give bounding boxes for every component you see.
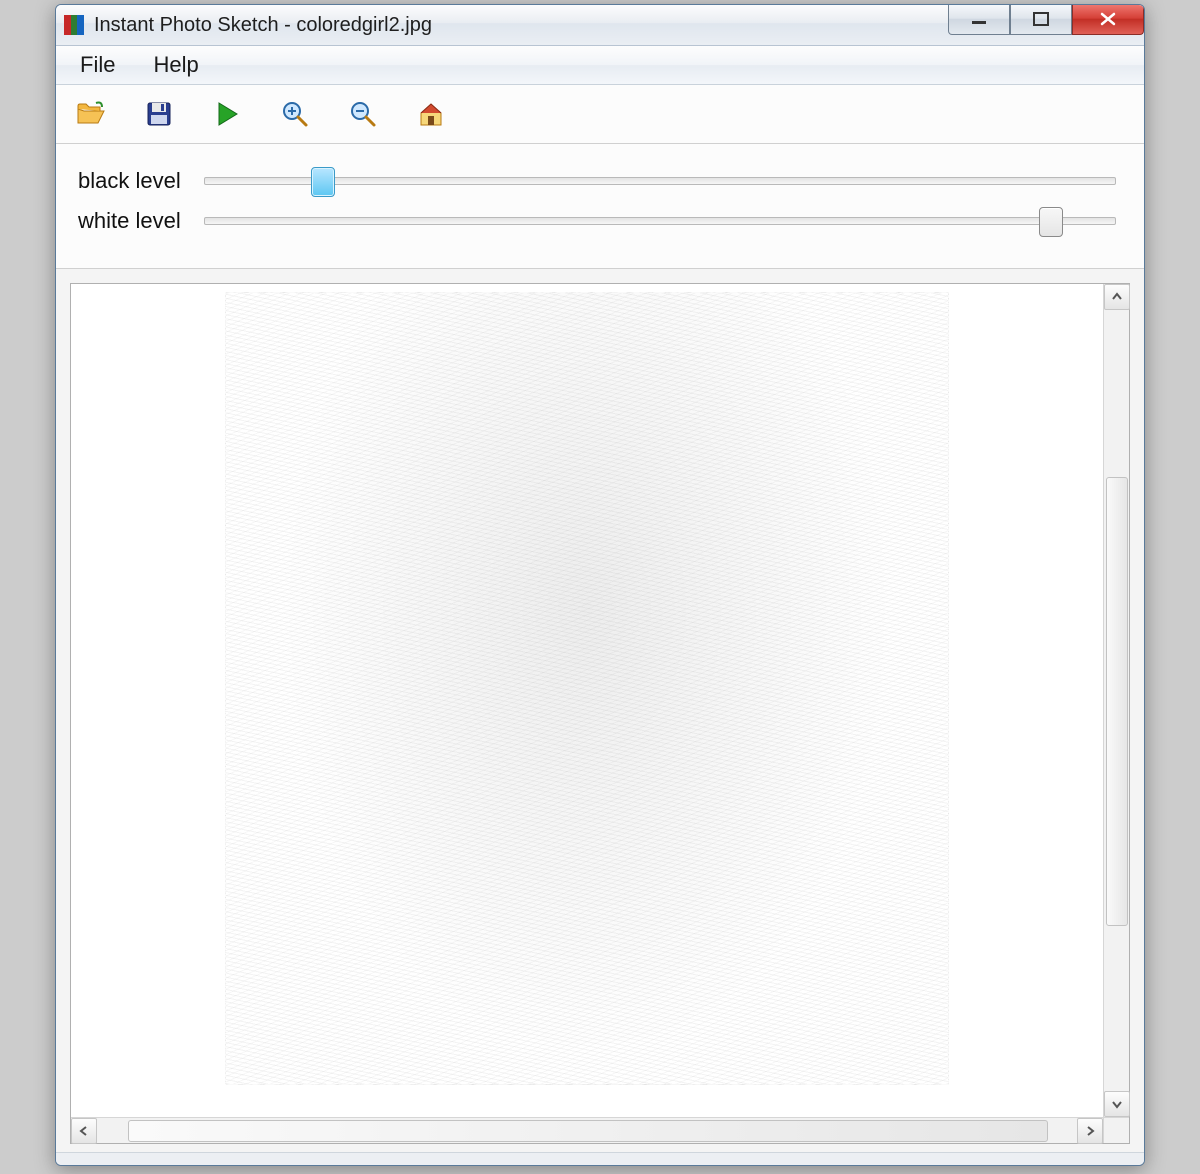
vertical-scrollbar[interactable]: [1103, 284, 1129, 1117]
vertical-scrollbar-thumb[interactable]: [1106, 477, 1128, 927]
chevron-left-icon: [78, 1125, 90, 1137]
maximize-icon: [1031, 11, 1051, 27]
window-controls: [948, 4, 1144, 35]
titlebar[interactable]: Instant Photo Sketch - coloredgirl2.jpg: [56, 5, 1144, 46]
minimize-button[interactable]: [948, 4, 1010, 35]
open-button[interactable]: [70, 93, 112, 135]
floppy-disk-icon: [146, 101, 172, 127]
play-icon: [215, 101, 239, 127]
app-icon: [64, 15, 84, 35]
scroll-up-button[interactable]: [1104, 284, 1130, 310]
white-level-label: white level: [78, 208, 198, 234]
close-icon: [1098, 11, 1118, 27]
home-icon: [417, 101, 445, 127]
zoom-out-button[interactable]: [342, 93, 384, 135]
statusbar: [56, 1152, 1144, 1165]
window-title: Instant Photo Sketch - coloredgirl2.jpg: [94, 14, 432, 37]
black-level-thumb[interactable]: [311, 167, 335, 197]
black-level-slider[interactable]: [204, 177, 1116, 185]
folder-open-icon: [76, 101, 106, 127]
white-level-thumb[interactable]: [1039, 207, 1063, 237]
white-level-slider[interactable]: [204, 217, 1116, 225]
menubar: File Help: [56, 46, 1144, 85]
chevron-up-icon: [1111, 291, 1123, 303]
app-window: Instant Photo Sketch - coloredgirl2.jpg …: [55, 4, 1145, 1166]
image-canvas[interactable]: [71, 284, 1103, 1117]
run-button[interactable]: [206, 93, 248, 135]
horizontal-scrollbar-thumb[interactable]: [128, 1120, 1048, 1142]
home-button[interactable]: [410, 93, 452, 135]
scroll-corner: [1103, 1117, 1129, 1143]
sliders-panel: black level white level: [56, 144, 1144, 269]
minimize-icon: [969, 12, 989, 26]
chevron-down-icon: [1111, 1098, 1123, 1110]
save-button[interactable]: [138, 93, 180, 135]
zoom-in-button[interactable]: [274, 93, 316, 135]
zoom-out-icon: [349, 100, 377, 128]
black-level-label: black level: [78, 168, 198, 194]
scroll-down-button[interactable]: [1104, 1091, 1130, 1117]
image-view: [70, 283, 1130, 1144]
toolbar: [56, 85, 1144, 144]
menu-file[interactable]: File: [64, 48, 131, 82]
close-button[interactable]: [1072, 4, 1144, 35]
maximize-button[interactable]: [1010, 4, 1072, 35]
chevron-right-icon: [1084, 1125, 1096, 1137]
white-level-row: white level: [78, 208, 1122, 234]
horizontal-scrollbar[interactable]: [71, 1117, 1103, 1143]
scroll-right-button[interactable]: [1077, 1118, 1103, 1144]
menu-help[interactable]: Help: [137, 48, 214, 82]
scroll-left-button[interactable]: [71, 1118, 97, 1144]
black-level-row: black level: [78, 168, 1122, 194]
sketch-image: [225, 292, 949, 1085]
zoom-in-icon: [281, 100, 309, 128]
